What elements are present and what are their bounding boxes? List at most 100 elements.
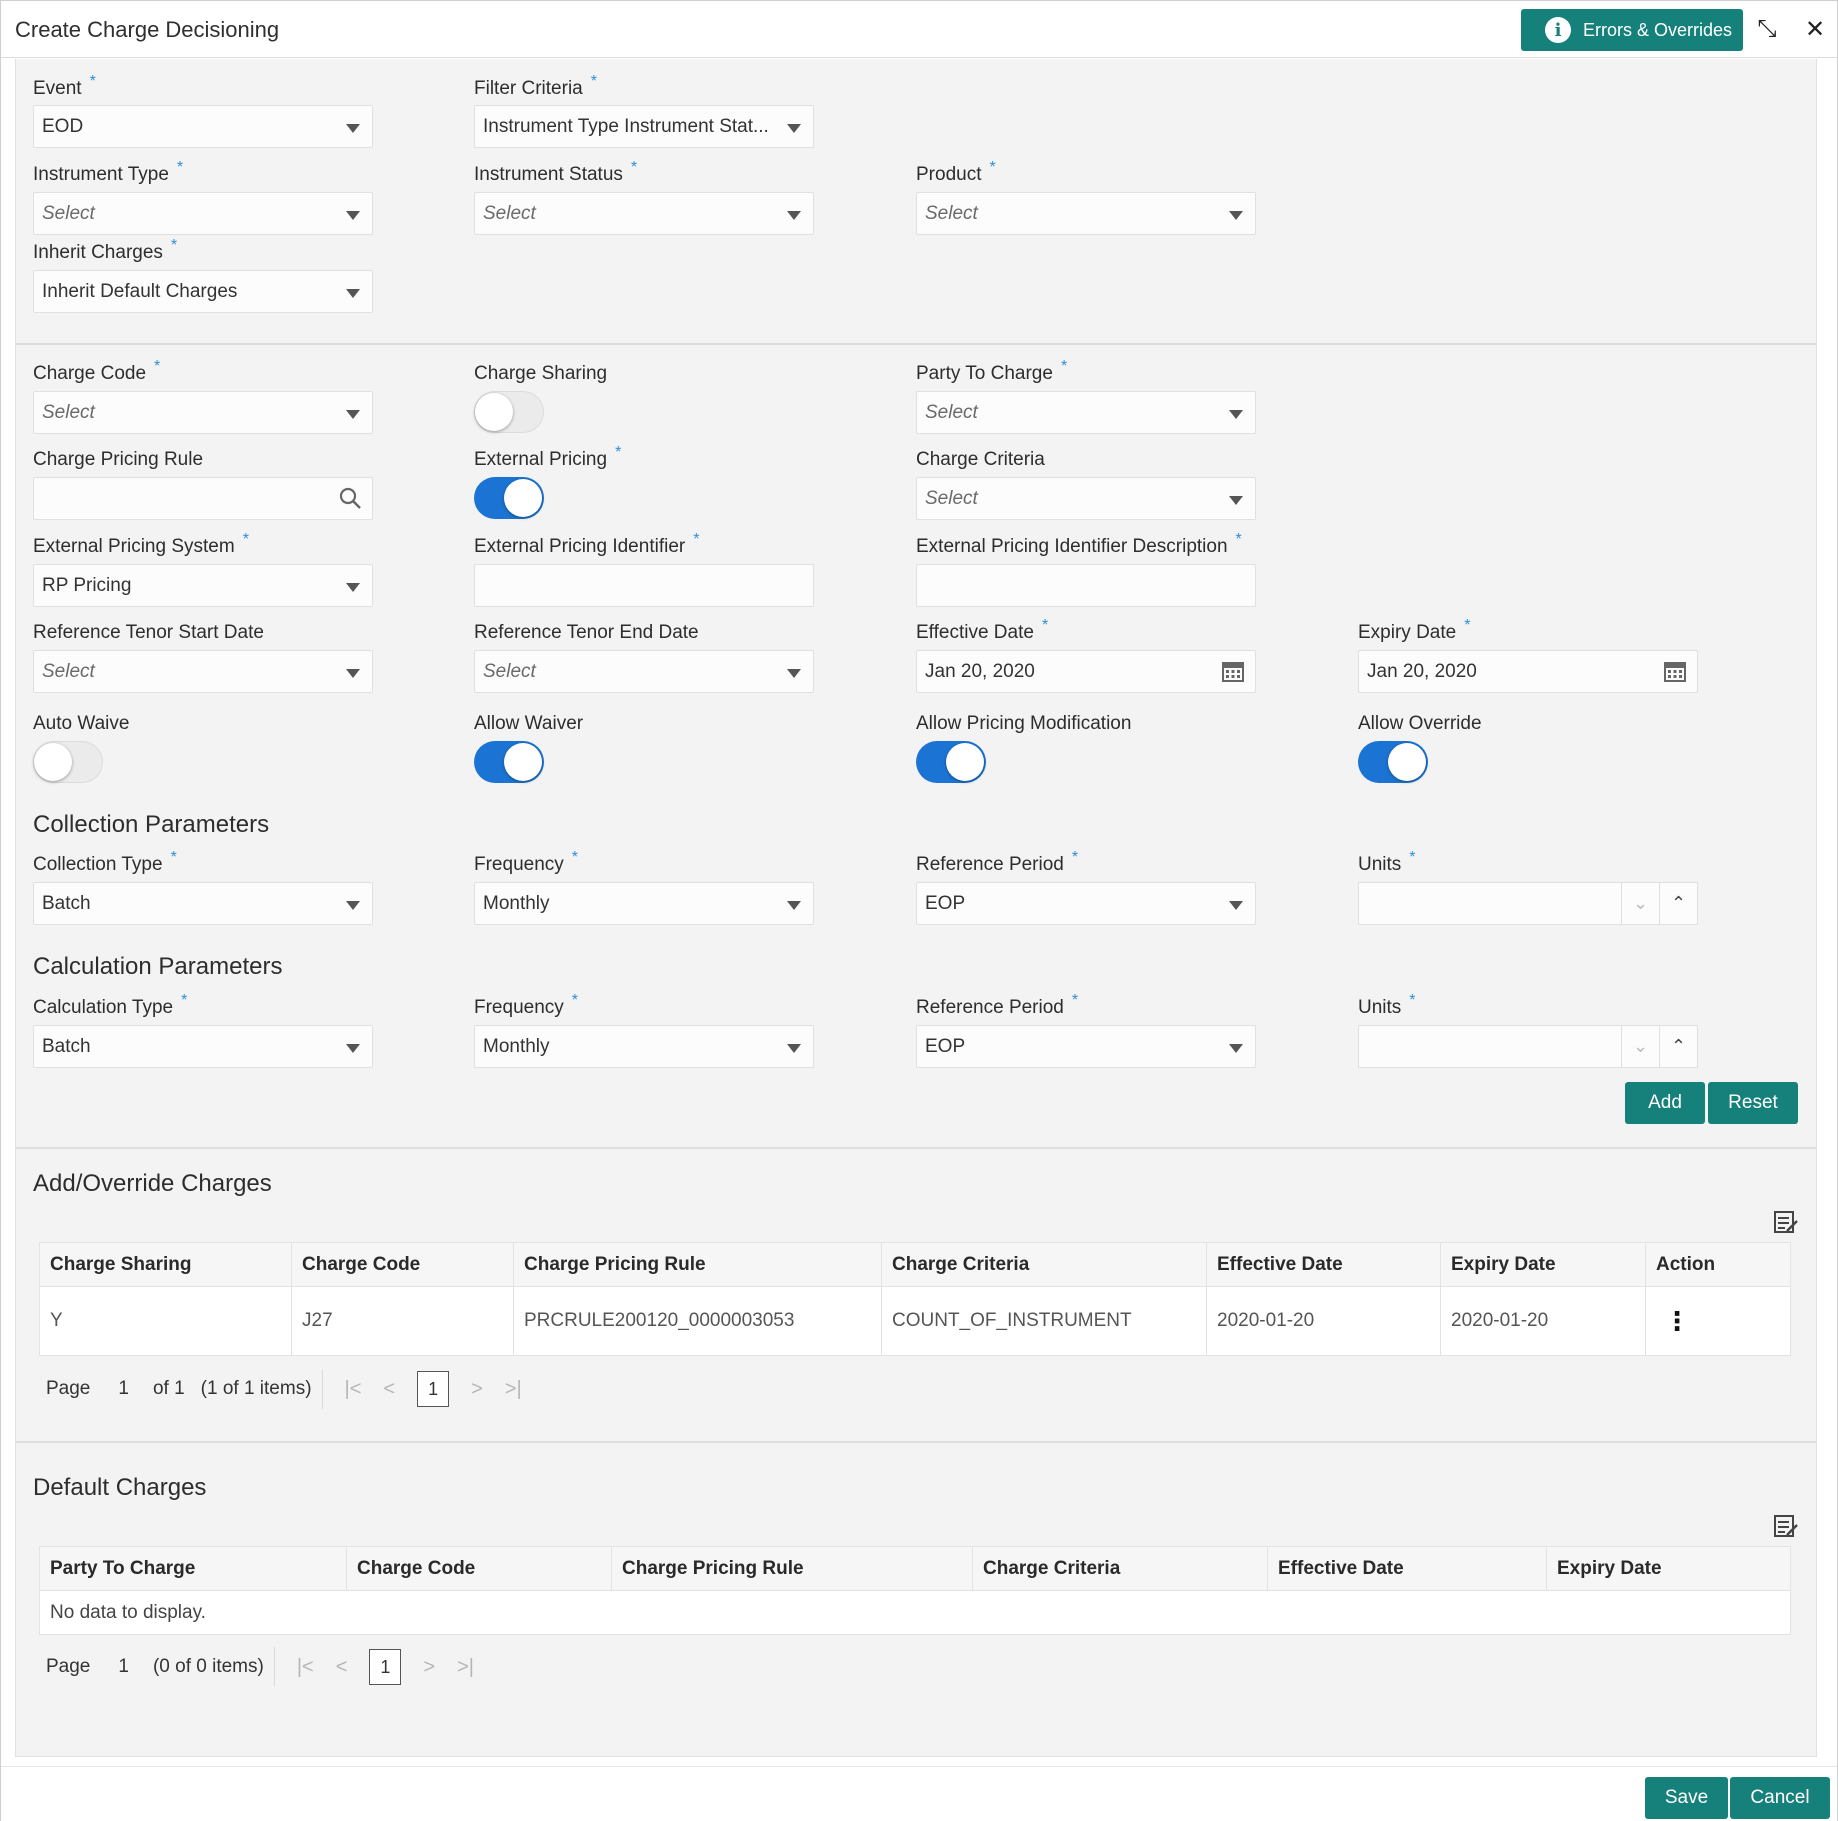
calculation-reference-period-label: Reference Period *: [916, 992, 1079, 1018]
close-icon[interactable]: ✕: [1801, 15, 1829, 43]
instrument-type-select[interactable]: Select: [33, 192, 373, 235]
chevron-down-icon: [346, 211, 360, 220]
column-header[interactable]: Charge Code: [346, 1546, 612, 1591]
reference-tenor-start-date-select[interactable]: Select: [33, 650, 373, 693]
last-page-icon[interactable]: >|: [505, 1378, 522, 1401]
pager-current-page[interactable]: 1: [417, 1371, 450, 1407]
table-cell: COUNT_OF_INSTRUMENT: [881, 1286, 1207, 1356]
table-header-row: Charge Sharing Charge Code Charge Pricin…: [39, 1242, 1791, 1287]
collection-units-label: Units *: [1358, 849, 1416, 875]
calculation-units-stepper[interactable]: ⌄ ⌃: [1358, 1025, 1698, 1068]
first-page-icon[interactable]: |<: [345, 1378, 362, 1401]
calculation-type-select[interactable]: Batch: [33, 1025, 373, 1068]
chevron-down-icon[interactable]: ⌄: [1621, 883, 1659, 924]
chevron-down-icon: [1229, 211, 1243, 220]
chevron-down-icon[interactable]: ⌄: [1621, 1026, 1659, 1067]
pager-items-label: (1 of 1 items): [200, 1378, 312, 1399]
last-page-icon[interactable]: >|: [457, 1656, 474, 1679]
allow-override-label: Allow Override: [1358, 713, 1482, 734]
default-charges-pager: Page 1 (0 of 0 items) |< < 1 > >|: [46, 1645, 474, 1689]
event-select[interactable]: EOD: [33, 105, 373, 148]
instrument-status-select[interactable]: Select: [474, 192, 814, 235]
collection-units-stepper[interactable]: ⌄ ⌃: [1358, 882, 1698, 925]
chevron-down-icon: [346, 410, 360, 419]
calendar-icon[interactable]: [1221, 659, 1245, 683]
charge-code-select[interactable]: Select: [33, 391, 373, 434]
pager-separator: [273, 1647, 275, 1687]
chevron-down-icon: [787, 669, 801, 678]
column-header[interactable]: Charge Criteria: [881, 1242, 1207, 1287]
search-icon[interactable]: [338, 486, 362, 510]
chevron-down-icon: [1229, 496, 1243, 505]
external-pricing-system-select[interactable]: RP Pricing: [33, 564, 373, 607]
chevron-up-icon[interactable]: ⌃: [1659, 1026, 1697, 1067]
previous-page-icon[interactable]: <: [383, 1378, 395, 1401]
effective-date-input[interactable]: Jan 20, 2020: [916, 650, 1256, 693]
calculation-frequency-select[interactable]: Monthly: [474, 1025, 814, 1068]
column-header[interactable]: Party To Charge: [39, 1546, 347, 1591]
add-override-charges-title: Add/Override Charges: [33, 1170, 272, 1197]
collection-frequency-select[interactable]: Monthly: [474, 882, 814, 925]
allow-waiver-toggle[interactable]: [474, 741, 544, 783]
column-header[interactable]: Charge Criteria: [972, 1546, 1268, 1591]
previous-page-icon[interactable]: <: [336, 1656, 348, 1679]
column-header[interactable]: Charge Pricing Rule: [611, 1546, 973, 1591]
charge-code-label: Charge Code *: [33, 358, 161, 384]
column-header[interactable]: Effective Date: [1267, 1546, 1547, 1591]
section-divider: [15, 1147, 1817, 1149]
column-header[interactable]: Charge Code: [291, 1242, 514, 1287]
first-page-icon[interactable]: |<: [297, 1656, 314, 1679]
more-actions-icon[interactable]: ⋮: [1645, 1286, 1791, 1356]
calculation-reference-period-select[interactable]: EOP: [916, 1025, 1256, 1068]
product-select[interactable]: Select: [916, 192, 1256, 235]
column-header[interactable]: Effective Date: [1206, 1242, 1441, 1287]
charge-pricing-rule-input[interactable]: [33, 477, 373, 520]
cancel-button[interactable]: Cancel: [1730, 1777, 1830, 1819]
column-settings-icon[interactable]: [1773, 1209, 1799, 1235]
pager-page-input[interactable]: 1: [118, 1378, 129, 1400]
reference-tenor-end-date-label: Reference Tenor End Date: [474, 622, 699, 643]
chevron-down-icon: [1229, 901, 1243, 910]
next-page-icon[interactable]: >: [471, 1378, 483, 1401]
column-settings-icon[interactable]: [1773, 1513, 1799, 1539]
column-header[interactable]: Expiry Date: [1546, 1546, 1791, 1591]
pager-of-label: of 1: [152, 1378, 185, 1399]
external-pricing-identifier-description-input[interactable]: [916, 564, 1256, 607]
external-pricing-identifier-input[interactable]: [474, 564, 814, 607]
product-label: Product *: [916, 159, 996, 185]
table-cell: Y: [39, 1286, 292, 1356]
pager-page-label: Page: [46, 1656, 91, 1677]
auto-waive-toggle[interactable]: [33, 741, 103, 783]
pager-current-page[interactable]: 1: [369, 1649, 402, 1685]
calendar-icon[interactable]: [1663, 659, 1687, 683]
column-header[interactable]: Charge Sharing: [39, 1242, 292, 1287]
charge-criteria-select[interactable]: Select: [916, 477, 1256, 520]
section-divider: [15, 343, 1817, 345]
expiry-date-input[interactable]: Jan 20, 2020: [1358, 650, 1698, 693]
reset-button[interactable]: Reset: [1708, 1082, 1798, 1124]
inherit-charges-select[interactable]: Inherit Default Charges: [33, 270, 373, 313]
allow-override-toggle[interactable]: [1358, 741, 1428, 783]
allow-pricing-modification-toggle[interactable]: [916, 741, 986, 783]
table-cell: J27: [291, 1286, 514, 1356]
filter-criteria-select[interactable]: Instrument Type Instrument Stat...: [474, 105, 814, 148]
add-button[interactable]: Add: [1625, 1082, 1705, 1124]
column-header[interactable]: Charge Pricing Rule: [513, 1242, 882, 1287]
reference-tenor-end-date-select[interactable]: Select: [474, 650, 814, 693]
next-page-icon[interactable]: >: [423, 1656, 435, 1679]
collection-reference-period-select[interactable]: EOP: [916, 882, 1256, 925]
collection-type-select[interactable]: Batch: [33, 882, 373, 925]
event-label: Event *: [33, 73, 96, 99]
chevron-up-icon[interactable]: ⌃: [1659, 883, 1697, 924]
column-header[interactable]: Expiry Date: [1440, 1242, 1646, 1287]
external-pricing-toggle[interactable]: [474, 477, 544, 519]
charge-sharing-toggle[interactable]: [474, 391, 544, 433]
add-override-charges-table: Charge Sharing Charge Code Charge Pricin…: [39, 1242, 1791, 1356]
window-header: Create Charge Decisioning i Errors & Ove…: [1, 1, 1837, 58]
inherit-charges-label: Inherit Charges *: [33, 237, 178, 263]
save-button[interactable]: Save: [1645, 1777, 1728, 1819]
pager-page-input[interactable]: 1: [118, 1656, 129, 1678]
minimize-icon[interactable]: ⤡: [1753, 15, 1781, 43]
party-to-charge-select[interactable]: Select: [916, 391, 1256, 434]
errors-overrides-button[interactable]: i Errors & Overrides: [1521, 9, 1743, 51]
